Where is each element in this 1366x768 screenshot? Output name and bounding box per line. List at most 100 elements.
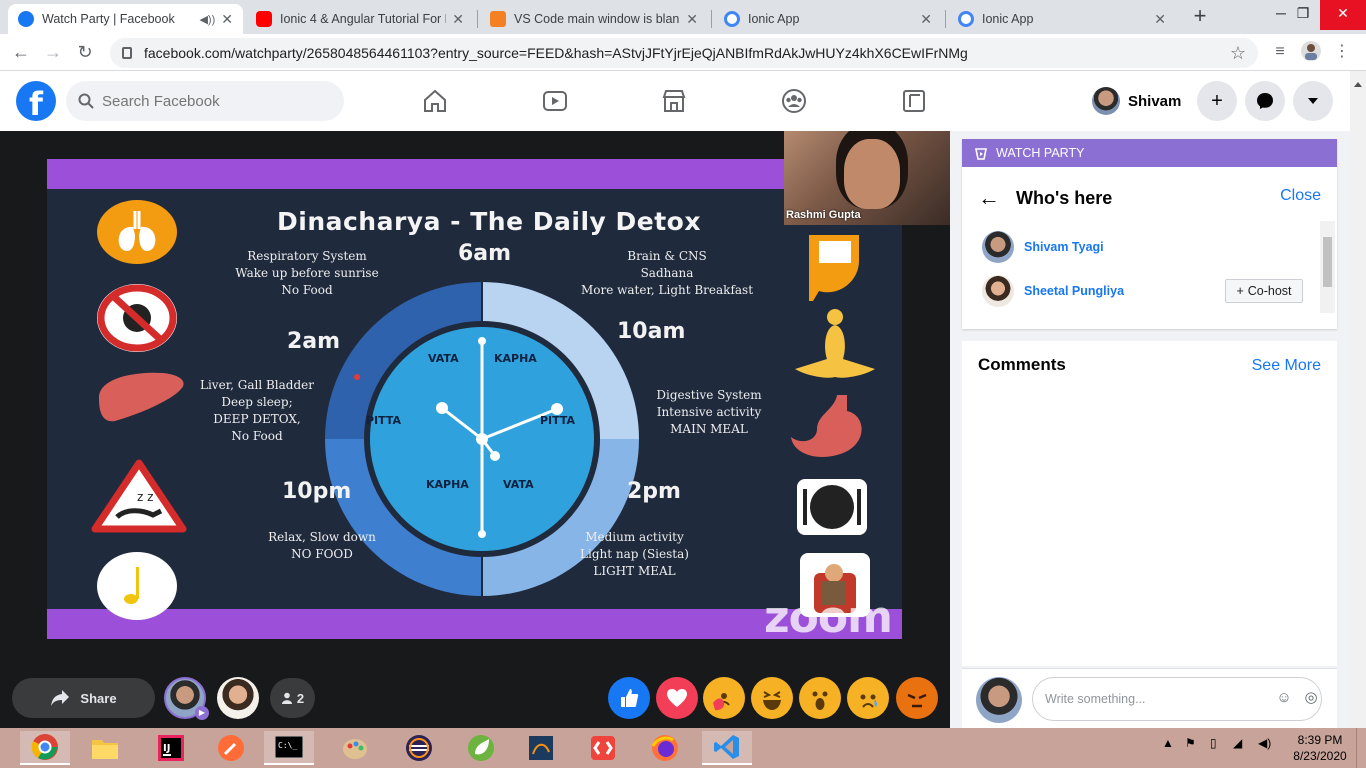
slide: Dinacharya - The Daily Detox VATA KAPHA … [47,159,902,639]
watch-nav-icon[interactable] [539,85,571,117]
reload-button[interactable]: ↻ [72,40,98,66]
bookmark-star-icon[interactable]: ☆ [1230,43,1246,64]
page-scrollbar[interactable] [1350,71,1366,728]
anydesk-taskbar-icon[interactable] [578,731,628,765]
participant-row[interactable]: Sheetal Pungliya [982,275,1124,307]
zoom-watermark: zoom [764,592,893,643]
close-tab-icon[interactable]: ✕ [920,11,932,28]
time-label: 6am [458,241,512,266]
close-link[interactable]: Close [1280,187,1321,205]
close-tab-icon[interactable]: ✕ [452,11,464,28]
sad-reaction-icon[interactable] [847,677,889,719]
facebook-logo[interactable]: f [16,81,56,123]
show-desktop-button[interactable] [1356,728,1366,768]
tab-ionic-app-1[interactable]: Ionic App ✕ [714,4,942,34]
wow-reaction-icon[interactable] [799,677,841,719]
whos-here-header: ← Who's here [978,185,1112,211]
postman-taskbar-icon[interactable] [206,731,256,765]
file-explorer-taskbar-icon[interactable] [80,731,130,765]
like-reaction-icon[interactable] [608,677,650,719]
search-box[interactable] [66,81,344,121]
spring-taskbar-icon[interactable] [456,731,506,765]
see-more-link[interactable]: See More [1252,357,1321,375]
viewer-count-button[interactable]: 2 [270,678,315,718]
close-tab-icon[interactable]: ✕ [221,11,233,28]
address-bar[interactable]: facebook.com/watchparty/2658048564461103… [110,38,1258,68]
media-controls-icon[interactable]: ≡ [1268,40,1292,64]
watch-party-icon [975,148,987,160]
watch-party-sidebar: WATCH PARTY ← Who's here Close Shivam Ty… [950,131,1366,728]
intellij-taskbar-icon[interactable]: IJ [146,731,196,765]
power-icon[interactable]: ▯ [1210,736,1217,750]
svg-text:z z: z z [137,490,153,504]
share-label: Share [80,690,117,706]
scroll-up-icon[interactable] [1354,81,1362,89]
avatar [1092,87,1120,115]
firefox-taskbar-icon[interactable] [640,731,690,765]
cohost-button[interactable]: + Co-host [1225,279,1303,303]
command-prompt-taskbar-icon[interactable]: C:\_ [264,731,314,765]
facebook-favicon-icon [18,11,34,27]
participant-row[interactable]: Shivam Tyagi [982,231,1104,263]
system-clock[interactable]: 8:39 PM 8/23/2020 [1290,732,1350,764]
viewer-avatar-sheetal[interactable] [217,677,259,719]
new-tab-button[interactable]: + [1188,4,1212,30]
tab-vscode-blank[interactable]: VS Code main window is blank ✕ [480,4,708,34]
chrome-taskbar-icon[interactable] [20,731,70,765]
scrollbar-thumb[interactable] [1323,237,1332,287]
close-tab-icon[interactable]: ✕ [1154,11,1166,28]
back-arrow-icon[interactable]: ← [978,185,1000,211]
participants-scrollbar[interactable] [1320,221,1335,313]
love-reaction-icon[interactable] [656,677,698,719]
sticker-icon[interactable]: ◎ [1302,689,1320,707]
mysql-workbench-taskbar-icon[interactable] [516,731,566,765]
close-window-button[interactable]: ✕ [1320,0,1366,30]
youtube-favicon-icon [256,11,272,27]
marketplace-nav-icon[interactable] [658,85,690,117]
chrome-menu-icon[interactable]: ⋮ [1330,40,1354,64]
volume-icon[interactable]: ◀) [1258,736,1271,750]
messenger-button[interactable] [1245,81,1285,121]
tab-watch-party[interactable]: Watch Party | Facebook ◀)) ✕ [8,4,243,34]
groups-nav-icon[interactable] [778,85,810,117]
viewer-count: 2 [296,690,305,706]
wifi-signal-icon[interactable]: ◢ [1233,736,1242,750]
paint-taskbar-icon[interactable] [330,731,380,765]
gaming-nav-icon[interactable] [898,85,930,117]
profile-avatar[interactable] [1299,40,1323,64]
svg-text:C:\_: C:\_ [278,741,297,750]
search-input[interactable] [102,92,322,110]
back-button[interactable]: ← [8,40,34,66]
speaker-face [844,139,900,209]
tab-ionic-tutorial[interactable]: Ionic 4 & Angular Tutorial For B ✕ [246,4,474,34]
care-reaction-icon[interactable] [703,677,745,719]
annotation-left: Liver, Gall Bladder Deep sleep; DEEP DETOX… [200,378,314,443]
profile-link[interactable]: Shivam [1092,85,1181,117]
liver-icon [98,372,184,422]
forward-button[interactable]: → [40,40,66,66]
audio-playing-icon[interactable]: ◀)) [199,13,215,26]
participant-name[interactable]: Sheetal Pungliya [1024,284,1124,298]
eclipse-taskbar-icon[interactable] [394,731,444,765]
tab-ionic-app-2[interactable]: Ionic App ✕ [948,4,1176,34]
create-button[interactable]: + [1197,81,1237,121]
show-hidden-icons-icon[interactable]: ▲ [1162,736,1174,750]
angry-reaction-icon[interactable] [896,677,938,719]
vscode-taskbar-icon[interactable] [702,731,752,765]
plate-icon [797,479,867,535]
close-tab-icon[interactable]: ✕ [686,11,698,28]
tab-title: Ionic App [748,12,800,26]
svg-text:IJ: IJ [163,743,170,754]
dosha-label: VATA [503,478,534,491]
network-disconnected-icon[interactable]: ⚑ [1185,736,1196,750]
home-nav-icon[interactable] [419,85,451,117]
tab-separator [711,10,712,28]
share-button[interactable]: Share [12,678,155,718]
haha-reaction-icon[interactable] [751,677,793,719]
account-menu-button[interactable] [1293,81,1333,121]
messenger-icon [1257,93,1273,109]
emoji-icon[interactable]: ☺ [1275,689,1293,707]
avatar [982,231,1014,263]
participant-name[interactable]: Shivam Tyagi [1024,240,1104,254]
caret-down-icon [1308,98,1318,104]
